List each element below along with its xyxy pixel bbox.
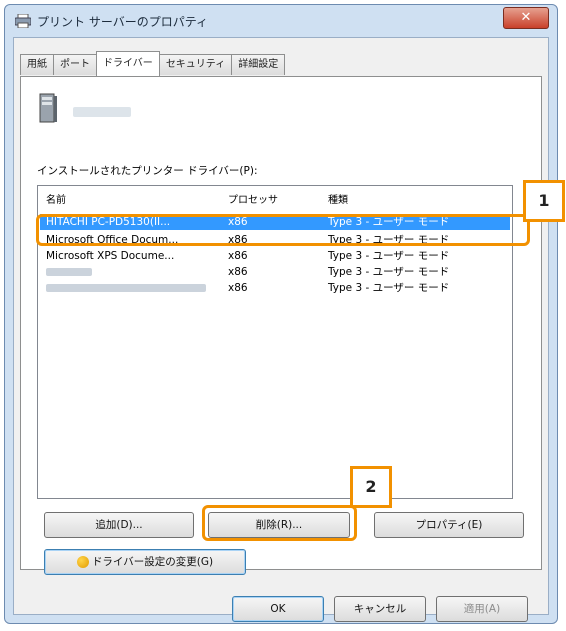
title-bar[interactable]: プリント サーバーのプロパティ ✕ (5, 5, 557, 37)
driver-name: Microsoft XPS Docume... (46, 250, 175, 262)
apply-button[interactable]: 適用(A) (436, 596, 528, 622)
driver-processor: x86 (228, 282, 248, 294)
change-driver-settings-label: ドライバー設定の変更(G) (91, 556, 214, 568)
close-button[interactable]: ✕ (503, 7, 549, 29)
tab-security[interactable]: セキュリティ (158, 54, 233, 75)
window-title: プリント サーバーのプロパティ (37, 15, 208, 29)
properties-button[interactable]: プロパティ(E) (374, 512, 524, 538)
driver-processor: x86 (228, 266, 248, 278)
tab-ports[interactable]: ポート (53, 54, 97, 75)
tab-drivers[interactable]: ドライバー (96, 51, 160, 76)
driver-name-redacted (46, 264, 92, 280)
highlight-box-remove-button (202, 505, 357, 541)
add-button[interactable]: 追加(D)... (44, 512, 194, 538)
table-row[interactable]: x86 Type 3 - ユーザー モード (40, 280, 510, 296)
driver-name-redacted (46, 280, 206, 296)
printer-icon (15, 14, 31, 28)
driver-list-label: インストールされたプリンター ドライバー(P): (37, 165, 258, 177)
highlight-box-driver-row (36, 214, 530, 246)
driver-type: Type 3 - ユーザー モード (328, 266, 450, 278)
driver-type: Type 3 - ユーザー モード (328, 282, 450, 294)
column-header-name[interactable]: 名前 (46, 191, 66, 206)
driver-type: Type 3 - ユーザー モード (328, 250, 450, 262)
change-driver-settings-button[interactable]: ドライバー設定の変更(G) (44, 549, 246, 575)
tab-advanced[interactable]: 詳細設定 (231, 54, 286, 75)
server-icon (39, 93, 57, 123)
tab-paper[interactable]: 用紙 (20, 54, 54, 75)
drivers-tab-panel: インストールされたプリンター ドライバー(P): 名前 プロセッサ 種類 HIT… (20, 76, 542, 570)
server-name-redacted (73, 107, 131, 117)
tab-strip: 用紙 ポート ドライバー セキュリティ 詳細設定 (20, 51, 286, 76)
ok-button[interactable]: OK (232, 596, 324, 622)
table-row[interactable]: x86 Type 3 - ユーザー モード (40, 264, 510, 280)
callout-number-2: 2 (350, 466, 392, 508)
table-row[interactable]: Microsoft XPS Docume... x86 Type 3 - ユーザ… (40, 248, 510, 264)
callout-number-1: 1 (523, 180, 565, 222)
driver-processor: x86 (228, 250, 248, 262)
column-header-processor[interactable]: プロセッサ (228, 191, 278, 206)
cancel-button[interactable]: キャンセル (334, 596, 426, 622)
column-header-type[interactable]: 種類 (328, 191, 348, 206)
list-header: 名前 プロセッサ 種類 (38, 186, 512, 208)
shield-icon (76, 556, 89, 568)
